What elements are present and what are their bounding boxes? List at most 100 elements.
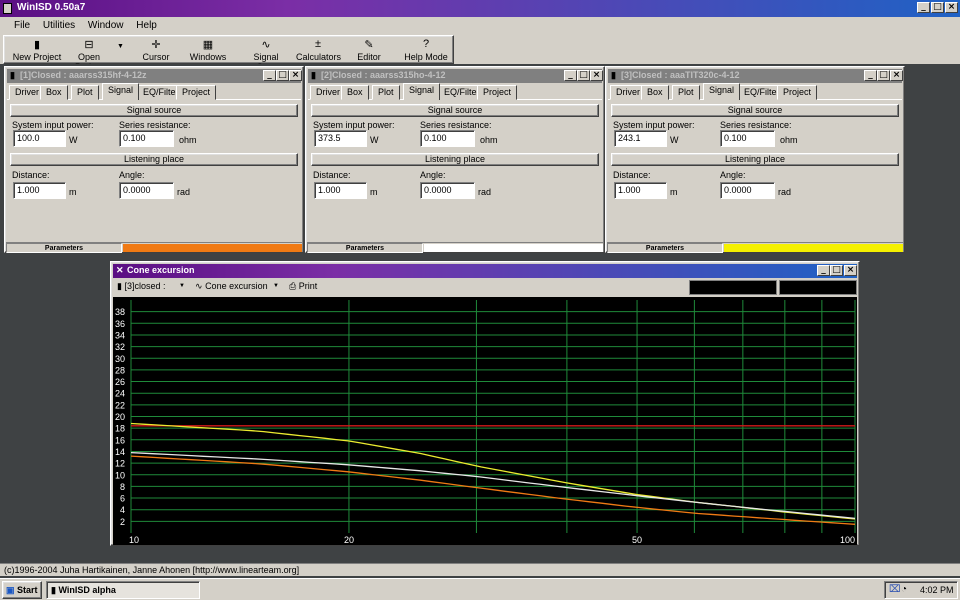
listening-place-header: Listening place xyxy=(311,153,599,166)
angle-field[interactable]: 0.0000 xyxy=(119,182,174,199)
project-select[interactable]: ▮ [3]closed : ▼ xyxy=(117,281,187,295)
tab-signal[interactable]: Signal xyxy=(703,83,741,100)
project-icon: ▮ xyxy=(611,70,616,80)
y-tick-label: 4 xyxy=(120,505,125,515)
angle-unit: rad xyxy=(478,187,492,197)
angle-unit: rad xyxy=(177,187,191,197)
system-input-power-field[interactable]: 100.0 xyxy=(13,130,66,147)
distance-label: Distance: xyxy=(313,170,351,180)
menu-utilities[interactable]: Utilities xyxy=(43,20,75,31)
series-resistance-field[interactable]: 0.100 xyxy=(420,130,475,147)
distance-field[interactable]: 1.000 xyxy=(13,182,66,199)
y-tick-label: 14 xyxy=(115,447,125,457)
taskbar: ▣ Start ▮ WinISD alpha ⌧ ◔ 4:02 PM xyxy=(0,578,960,600)
open-folder-icon: ⊟ xyxy=(84,39,94,51)
menu-help[interactable]: Help xyxy=(136,20,157,31)
project-title-bar: ▮ [3]Closed : aaaTIT320c-4-12 _ □ × xyxy=(608,69,903,83)
listening-place-header: Listening place xyxy=(10,153,298,166)
distance-field[interactable]: 1.000 xyxy=(314,182,367,199)
menu-bar: File Utilities Window Help xyxy=(0,17,960,35)
x-tick-label: 20 xyxy=(344,535,354,545)
system-input-power-field[interactable]: 243.1 xyxy=(614,130,667,147)
minimize-button[interactable]: _ xyxy=(917,2,930,13)
tab-plot[interactable]: Plot xyxy=(71,85,99,100)
task-app-icon: ▮ xyxy=(51,585,56,595)
x-tick-label: 100 xyxy=(840,535,855,545)
tab-plot[interactable]: Plot xyxy=(672,85,700,100)
system-input-power-label: System input power: xyxy=(313,120,395,130)
app-icon xyxy=(3,3,12,14)
sine-wave-icon: ∿ xyxy=(261,39,271,51)
plot-window-icon: ✕ xyxy=(116,265,124,275)
distance-label: Distance: xyxy=(12,170,50,180)
y-tick-label: 26 xyxy=(115,377,125,387)
project-maximize-button[interactable]: □ xyxy=(877,70,890,81)
project-window-2: ▮ [2]Closed : aaarss315ho-4-12 _ □ × Dri… xyxy=(305,66,605,253)
calculator-icon: ± xyxy=(314,38,322,50)
network-icon[interactable]: ⌧ xyxy=(889,584,901,595)
menu-file[interactable]: File xyxy=(14,20,30,31)
printer-icon: ⎙ xyxy=(289,281,297,291)
project-minimize-button[interactable]: _ xyxy=(564,70,577,81)
series-resistance-field[interactable]: 0.100 xyxy=(119,130,174,147)
print-button[interactable]: ⎙ Print xyxy=(289,281,329,295)
tab-box[interactable]: Box xyxy=(341,85,369,100)
cone-excursion-chart[interactable]: 246810121416182022242628303234363810 20 50… xyxy=(113,297,857,545)
project-tabs: Driver Box Plot Signal EQ/Filter Project xyxy=(308,83,602,100)
x-tick-label: 50 xyxy=(632,535,642,545)
taskbar-task-winisd[interactable]: ▮ WinISD alpha xyxy=(46,581,200,599)
project-color-bar xyxy=(123,244,302,252)
system-tray: ⌧ ◔ 4:02 PM xyxy=(884,581,958,599)
project-title-bar: ▮ [1]Closed : aaarss315hf-4-12z _ □ × xyxy=(7,69,302,83)
plot-type-select[interactable]: ∿ Cone excursion ▼ xyxy=(195,281,279,295)
parameters-status: Parameters xyxy=(307,243,423,253)
project-close-button[interactable]: × xyxy=(289,70,302,81)
distance-field[interactable]: 1.000 xyxy=(614,182,667,199)
project-maximize-button[interactable]: □ xyxy=(276,70,289,81)
y-tick-label: 18 xyxy=(115,424,125,434)
series-resistance-field[interactable]: 0.100 xyxy=(720,130,775,147)
volume-icon[interactable]: ◔ xyxy=(901,584,907,595)
open-project-dropdown-icon[interactable]: ▼ xyxy=(117,43,124,50)
series-resistance-label: Series resistance: xyxy=(119,120,191,130)
toolbar: ▮ New Project ⊟ Open Project ▼ ✛ Cursor … xyxy=(0,35,960,72)
tab-signal[interactable]: Signal xyxy=(102,83,140,100)
project-window-1: ▮ [1]Closed : aaarss315hf-4-12z _ □ × Dr… xyxy=(4,66,304,253)
project-minimize-button[interactable]: _ xyxy=(864,70,877,81)
tab-project[interactable]: Project xyxy=(477,85,518,100)
start-button[interactable]: ▣ Start xyxy=(2,581,42,599)
project-close-button[interactable]: × xyxy=(890,70,903,81)
project-close-button[interactable]: × xyxy=(590,70,603,81)
windows-logo-icon: ▣ xyxy=(6,585,15,595)
tab-signal[interactable]: Signal xyxy=(403,83,441,100)
plot-title-bar: ✕ Cone excursion _ □ × xyxy=(113,264,857,278)
tab-project[interactable]: Project xyxy=(176,85,217,100)
system-input-power-field[interactable]: 373.5 xyxy=(314,130,367,147)
plot-close-button[interactable]: × xyxy=(844,265,857,276)
tab-project[interactable]: Project xyxy=(777,85,818,100)
angle-field[interactable]: 0.0000 xyxy=(420,182,475,199)
close-button[interactable]: × xyxy=(945,2,958,13)
chevron-down-icon: ▼ xyxy=(179,283,185,289)
plot-maximize-button[interactable]: □ xyxy=(830,265,843,276)
maximize-button[interactable]: □ xyxy=(931,2,944,13)
system-input-power-label: System input power: xyxy=(12,120,94,130)
tab-box[interactable]: Box xyxy=(40,85,68,100)
angle-field[interactable]: 0.0000 xyxy=(720,182,775,199)
y-tick-label: 28 xyxy=(115,365,125,375)
tab-box[interactable]: Box xyxy=(641,85,669,100)
x-tick-label: 10 xyxy=(129,535,139,545)
resistance-unit: ohm xyxy=(179,135,197,145)
angle-label: Angle: xyxy=(119,170,145,180)
angle-label: Angle: xyxy=(420,170,446,180)
tab-plot[interactable]: Plot xyxy=(372,85,400,100)
y-tick-label: 32 xyxy=(115,342,125,352)
project-tabs: Driver Box Plot Signal EQ/Filter Project xyxy=(608,83,902,100)
y-tick-label: 6 xyxy=(120,494,125,504)
menu-window[interactable]: Window xyxy=(88,20,124,31)
cone-excursion-window: ✕ Cone excursion _ □ × ▮ [3]closed : ▼ ∿… xyxy=(110,261,860,546)
project-title: [3]Closed : aaaTIT320c-4-12 xyxy=(621,70,740,80)
project-minimize-button[interactable]: _ xyxy=(263,70,276,81)
project-maximize-button[interactable]: □ xyxy=(577,70,590,81)
plot-minimize-button[interactable]: _ xyxy=(817,265,830,276)
